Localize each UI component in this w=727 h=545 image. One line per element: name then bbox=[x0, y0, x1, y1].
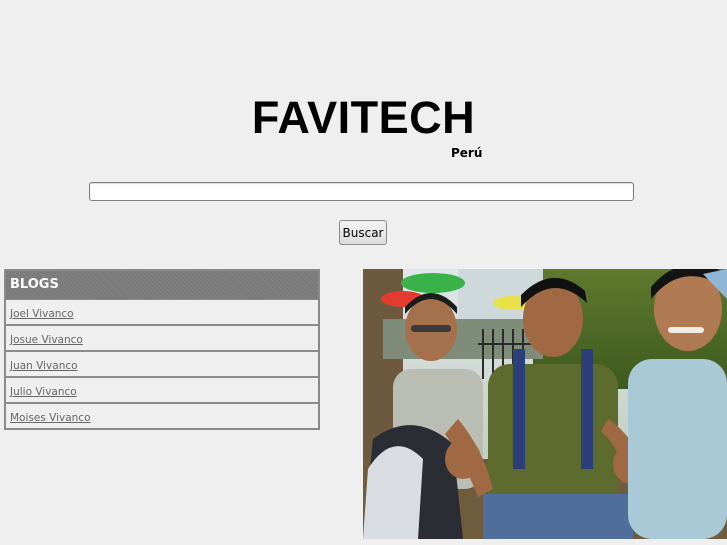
blog-link-julio[interactable]: Julio Vivanco bbox=[10, 386, 77, 398]
blog-link-josue[interactable]: Josue Vivanco bbox=[10, 334, 83, 346]
site-logo: FAVITECH bbox=[251, 92, 476, 143]
list-item: Juan Vivanco bbox=[6, 352, 318, 378]
blogs-panel: BLOGS Joel Vivanco Josue Vivanco Juan Vi… bbox=[4, 269, 320, 430]
list-item: Joel Vivanco bbox=[6, 300, 318, 326]
blog-link-moises[interactable]: Moises Vivanco bbox=[10, 412, 91, 424]
blog-link-joel[interactable]: Joel Vivanco bbox=[10, 308, 74, 320]
group-photo bbox=[363, 269, 727, 539]
list-item: Josue Vivanco bbox=[6, 326, 318, 352]
search-input[interactable] bbox=[89, 182, 634, 201]
list-item: Julio Vivanco bbox=[6, 378, 318, 404]
blogs-list: Joel Vivanco Josue Vivanco Juan Vivanco … bbox=[6, 300, 318, 428]
search-button[interactable]: Buscar bbox=[339, 220, 387, 245]
group-photo-image bbox=[363, 269, 727, 539]
blog-link-juan[interactable]: Juan Vivanco bbox=[10, 360, 78, 372]
list-item: Moises Vivanco bbox=[6, 404, 318, 428]
site-tagline: Perú bbox=[451, 146, 483, 160]
blogs-panel-title: BLOGS bbox=[6, 271, 318, 300]
